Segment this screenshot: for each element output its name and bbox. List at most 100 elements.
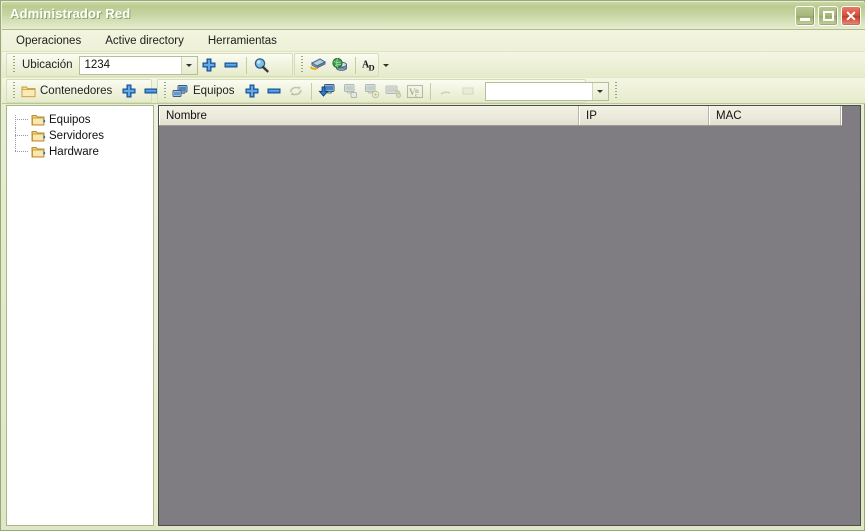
computer-network-icon xyxy=(172,84,187,97)
column-header-nombre[interactable]: Nombre xyxy=(159,106,579,125)
menu-bar: Operaciones Active directory Herramienta… xyxy=(2,30,865,52)
menu-operaciones[interactable]: Operaciones xyxy=(6,32,91,50)
active-directory-dropdown[interactable] xyxy=(380,55,392,76)
location-remove-button[interactable] xyxy=(220,55,242,76)
equipos-toolbar: Equipos V n c xyxy=(157,79,620,103)
minimize-button[interactable] xyxy=(795,6,815,26)
application-window: Administrador Red ✕ Operaciones Active d… xyxy=(0,0,865,531)
minus-icon xyxy=(224,62,237,68)
export-computer-icon xyxy=(343,84,357,98)
plus-icon xyxy=(122,84,136,98)
toolbar-grip-icon[interactable] xyxy=(161,82,168,100)
toolbar-grip-icon[interactable] xyxy=(612,82,620,100)
equipo-filter-combo[interactable] xyxy=(484,81,609,101)
search-icon xyxy=(254,58,269,73)
copy-computer-icon xyxy=(364,84,379,99)
location-add-button[interactable] xyxy=(198,55,220,76)
location-combo-value: 1234 xyxy=(84,59,111,71)
folder-icon xyxy=(31,147,46,158)
tree-node-hardware[interactable]: Hardware xyxy=(7,144,153,160)
containers-toolbar: Contenedores xyxy=(6,79,158,103)
toolbar-grip-icon[interactable] xyxy=(298,56,305,74)
window-title: Administrador Red xyxy=(10,6,131,21)
vnc-icon: V n c xyxy=(406,84,423,99)
refresh-icon xyxy=(289,86,302,96)
folder-icon xyxy=(21,86,35,98)
tree-node-label: Hardware xyxy=(49,146,99,158)
column-header-ip[interactable]: IP xyxy=(579,106,709,125)
small-tool-icon xyxy=(440,91,450,95)
location-label: Ubicación xyxy=(22,59,73,71)
close-icon: ✕ xyxy=(845,8,857,24)
tree-node-label: Servidores xyxy=(49,130,104,142)
tree-node-servidores[interactable]: Servidores xyxy=(7,128,153,144)
folder-icon xyxy=(31,115,46,126)
equipo-remote-button[interactable] xyxy=(382,81,404,102)
maximize-button[interactable] xyxy=(818,6,838,26)
maximize-icon xyxy=(823,11,834,21)
containers-tree: Equipos Servidores Hardware xyxy=(7,106,153,160)
directory-toolbar: A D xyxy=(294,53,389,77)
toolbar-separator xyxy=(310,82,312,100)
equipo-extra2-button[interactable] xyxy=(457,81,479,102)
chevron-down-icon xyxy=(186,63,192,67)
chevron-down-icon xyxy=(383,63,389,67)
chevron-down-icon xyxy=(597,89,604,93)
listview-body[interactable] xyxy=(159,126,860,525)
svg-text:D: D xyxy=(369,62,375,72)
network-sync-icon xyxy=(309,58,327,70)
vnc-button[interactable]: V n c xyxy=(404,81,426,102)
toolbar-grip-icon[interactable] xyxy=(10,56,17,74)
folder-icon xyxy=(31,131,46,142)
remote-desktop-icon xyxy=(385,85,401,98)
equipo-filter-arrow[interactable] xyxy=(591,82,608,100)
tree-node-equipos[interactable]: Equipos xyxy=(7,112,153,128)
equipos-label: Equipos xyxy=(193,85,235,97)
container-add-button[interactable] xyxy=(118,81,140,102)
containers-label: Contenedores xyxy=(40,85,113,97)
listview-header: Nombre IP MAC xyxy=(159,106,842,126)
network-sync-button[interactable] xyxy=(307,55,329,76)
menu-active-directory[interactable]: Active directory xyxy=(95,32,194,50)
minimize-icon xyxy=(800,18,810,21)
tree-connector-icon xyxy=(15,112,31,128)
equipo-export-button[interactable] xyxy=(338,81,360,102)
location-combo[interactable]: 1234 xyxy=(78,55,198,75)
computers-button xyxy=(170,81,190,102)
equipo-copy-button[interactable] xyxy=(360,81,382,102)
plus-icon xyxy=(245,84,259,98)
equipo-add-button[interactable] xyxy=(241,81,263,102)
window-controls: ✕ xyxy=(795,6,861,26)
location-combo-arrow[interactable] xyxy=(180,56,197,74)
toolbar-row-top: Ubicación 1234 A D xyxy=(2,52,865,78)
equipo-remove-button[interactable] xyxy=(263,81,285,102)
location-toolbar: Ubicación 1234 xyxy=(6,53,293,77)
globe-database-icon xyxy=(332,57,347,71)
toolbar-row-bottom: Contenedores Equipos V n c xyxy=(2,78,865,104)
toolbar-separator xyxy=(429,82,431,100)
equipos-listview-panel[interactable]: Nombre IP MAC xyxy=(158,105,861,526)
small-tool-icon xyxy=(462,87,474,95)
menu-herramientas[interactable]: Herramientas xyxy=(198,32,287,50)
ad-icon: A D xyxy=(362,59,375,72)
equipo-refresh-button[interactable] xyxy=(285,81,307,102)
active-directory-button[interactable]: A D xyxy=(360,55,380,76)
network-globe-button[interactable] xyxy=(329,55,351,76)
containers-tree-panel[interactable]: Equipos Servidores Hardware xyxy=(6,105,154,526)
tree-node-label: Equipos xyxy=(49,114,91,126)
tree-connector-icon xyxy=(15,128,31,144)
location-search-button[interactable] xyxy=(251,55,273,76)
column-header-mac[interactable]: MAC xyxy=(709,106,841,125)
plus-icon xyxy=(202,58,215,72)
toolbar-grip-icon[interactable] xyxy=(10,82,17,100)
folder-button xyxy=(19,81,37,102)
toolbar-separator xyxy=(355,56,356,74)
minus-icon xyxy=(267,88,281,94)
column-header-filler xyxy=(841,106,842,125)
toolbar-separator xyxy=(245,56,247,74)
equipo-import-button[interactable] xyxy=(316,81,338,102)
equipo-extra1-button[interactable] xyxy=(435,81,457,102)
import-computer-icon xyxy=(317,84,335,97)
title-bar: Administrador Red ✕ xyxy=(2,2,865,30)
close-button[interactable]: ✕ xyxy=(841,6,861,26)
